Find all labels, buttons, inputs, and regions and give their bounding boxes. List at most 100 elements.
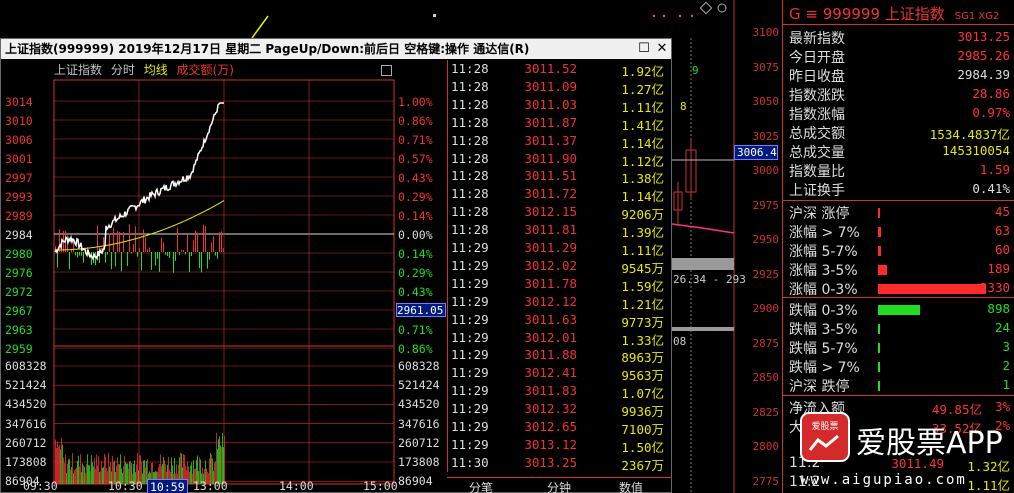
restore-button[interactable]: ☐ (637, 42, 651, 56)
bg-price-tick: 2825 (752, 405, 780, 419)
tick-price: 3011.72 (524, 186, 577, 202)
buy-sell-bar (75, 252, 76, 256)
up-dist-label: 涨幅 > 7% (789, 225, 860, 241)
tick-price: 3011.52 (524, 61, 577, 76)
buy-sell-bar (167, 252, 168, 256)
buy-sell-bar (97, 225, 98, 252)
price-axis-label: 3006 (5, 133, 33, 147)
tick-row[interactable]: 11:29 3011.88 8963万 (448, 347, 672, 365)
pct-axis-label: 0.14% (398, 247, 433, 261)
tick-row[interactable]: 11:29 3012.41 9563万 (448, 365, 672, 383)
tick-row[interactable]: 11:28 3011.03 1.11亿 (448, 97, 672, 115)
tick-price: 3011.88 (524, 347, 577, 363)
tick-row[interactable]: 11:29 3012.02 9545万 (448, 258, 672, 276)
mode-label[interactable]: 分时 (111, 63, 135, 77)
volume-bar (79, 466, 80, 484)
close-button[interactable]: ✕ (655, 42, 669, 56)
flow-value: 49.85亿 (931, 402, 982, 417)
stat-value: 2984.39 (957, 67, 1010, 82)
tick-row[interactable]: 11:29 3012.01 1.33亿 (448, 330, 672, 348)
buy-sell-bar (187, 234, 188, 252)
tick-row[interactable]: 11:29 3012.65 7100万 (448, 419, 672, 437)
buy-sell-bar (105, 252, 106, 263)
buy-sell-bar (107, 252, 108, 255)
tick-amount: 9773万 (621, 314, 664, 330)
down-dist-bar (878, 362, 880, 372)
tick-row[interactable]: 11:28 3012.15 9206万 (448, 204, 672, 222)
price-axis-label: 2959 (5, 342, 33, 356)
volume-bar (60, 449, 61, 484)
tick-row[interactable]: 11:28 3011.52 1.92亿 (448, 61, 672, 79)
tick-time: 11:29 (451, 293, 489, 309)
stat-label: 上证换手 (789, 183, 845, 199)
tab-minute[interactable]: 分钟 (547, 479, 571, 493)
tick-row[interactable]: 11:29 3012.12 1.21亿 (448, 294, 672, 312)
buy-sell-bar (129, 224, 130, 252)
tick-row[interactable]: 11:29 3012.32 9936万 (448, 401, 672, 419)
tick-row[interactable]: 11:29 3011.29 1.11亿 (448, 240, 672, 258)
tick-row[interactable]: 11:30 3013.25 2367万 (448, 455, 672, 473)
tick-amount: 1.12亿 (621, 153, 664, 169)
tab-ticks[interactable]: 分笔 (469, 479, 493, 493)
intraday-popup-window[interactable]: 上证指数(999999) 2019年12月17日 星期二 PageUp/Down… (0, 38, 672, 493)
tick-time: 11:30 (451, 454, 489, 470)
stat-row: 最新指数 3013.25 (783, 28, 1014, 47)
up-dist-value: 189 (987, 261, 1010, 276)
tick-row[interactable]: 11:29 3011.63 9773万 (448, 312, 672, 330)
watermark-url: www.aigupiao.com (800, 472, 967, 488)
tick-amount: 1.59亿 (621, 278, 664, 294)
volume-label[interactable]: 成交额(万) (177, 63, 234, 77)
volume-bar (96, 454, 97, 484)
tick-time: 11:28 (451, 114, 489, 130)
volume-bar (69, 459, 70, 484)
tick-row[interactable]: 11:28 3011.90 1.12亿 (448, 151, 672, 169)
tab-values[interactable]: 数值 (619, 479, 643, 493)
pct-axis-label: 1.00% (398, 95, 433, 109)
time-axis-label: 15:00 (363, 479, 398, 493)
tick-row[interactable]: 11:29 3011.78 1.59亿 (448, 276, 672, 294)
bg-price-tick: 2800 (752, 440, 780, 453)
price-line (54, 102, 224, 261)
tick-row[interactable]: 11:28 3011.37 1.14亿 (448, 133, 672, 151)
volume-axis-label: 434520 (5, 397, 47, 412)
tick-row[interactable]: 11:28 3011.81 1.39亿 (448, 222, 672, 240)
volume-bar (105, 456, 106, 484)
tick-amount: 2367万 (621, 457, 664, 473)
volume-axis-label-right: 260712 (398, 435, 440, 450)
chart-header: 上证指数 分时 均线 成交额(万) (54, 61, 239, 79)
tick-row[interactable]: 11:28 3011.87 1.41亿 (448, 115, 672, 133)
tick-price: 3012.02 (524, 257, 577, 273)
buy-sell-bar (209, 252, 210, 260)
tick-price: 3011.29 (524, 240, 577, 255)
down-dist-row: 跌幅 0-3% 898 (783, 300, 1014, 319)
stat-row: 指数涨幅 0.97% (783, 104, 1014, 123)
diamond-marker (699, 1, 713, 15)
pct-axis-label: 0.43% (398, 285, 433, 299)
tick-price: 3011.87 (524, 114, 577, 130)
down-dist-label: 跌幅 0-3% (789, 303, 858, 319)
volume-bar (59, 445, 60, 484)
avg-line-label[interactable]: 均线 (144, 63, 168, 77)
tick-row[interactable]: 11:29 3013.12 1.50亿 (448, 437, 672, 455)
tick-amount: 9936万 (621, 404, 664, 420)
magenta-dots (652, 14, 694, 18)
tick-time: 11:28 (451, 204, 489, 220)
tick-amount: 1.11亿 (621, 99, 664, 115)
tick-amount: 8963万 (621, 350, 664, 366)
tick-row[interactable]: 11:29 3011.83 1.07亿 (448, 383, 672, 401)
tick-row[interactable]: 11:28 3011.09 1.27亿 (448, 79, 672, 97)
down-dist-value: 2 (1002, 358, 1010, 373)
up-dist-bar (878, 284, 986, 294)
tick-time: 11:29 (451, 401, 489, 417)
volume-bar (219, 436, 220, 484)
chart-settings-icon[interactable] (381, 65, 392, 76)
tick-list[interactable]: 11:28 3011.52 1.92亿 11:28 3011.09 1.27亿 11:28 3… (447, 60, 672, 473)
buy-sell-bar (133, 244, 134, 252)
popup-title[interactable]: 上证指数(999999) 2019年12月17日 星期二 PageUp/Down… (1, 39, 671, 59)
tick-row[interactable]: 11:28 3011.72 1.14亿 (448, 186, 672, 204)
tick-row[interactable]: 11:28 3011.51 1.38亿 (448, 168, 672, 186)
buy-sell-bar (219, 232, 220, 252)
index-header[interactable]: G ≡ 999999 上证指数 SG1 XG2 (789, 3, 999, 24)
up-dist-value: 60 (994, 242, 1010, 257)
price-axis-label: 2984 (5, 228, 33, 242)
